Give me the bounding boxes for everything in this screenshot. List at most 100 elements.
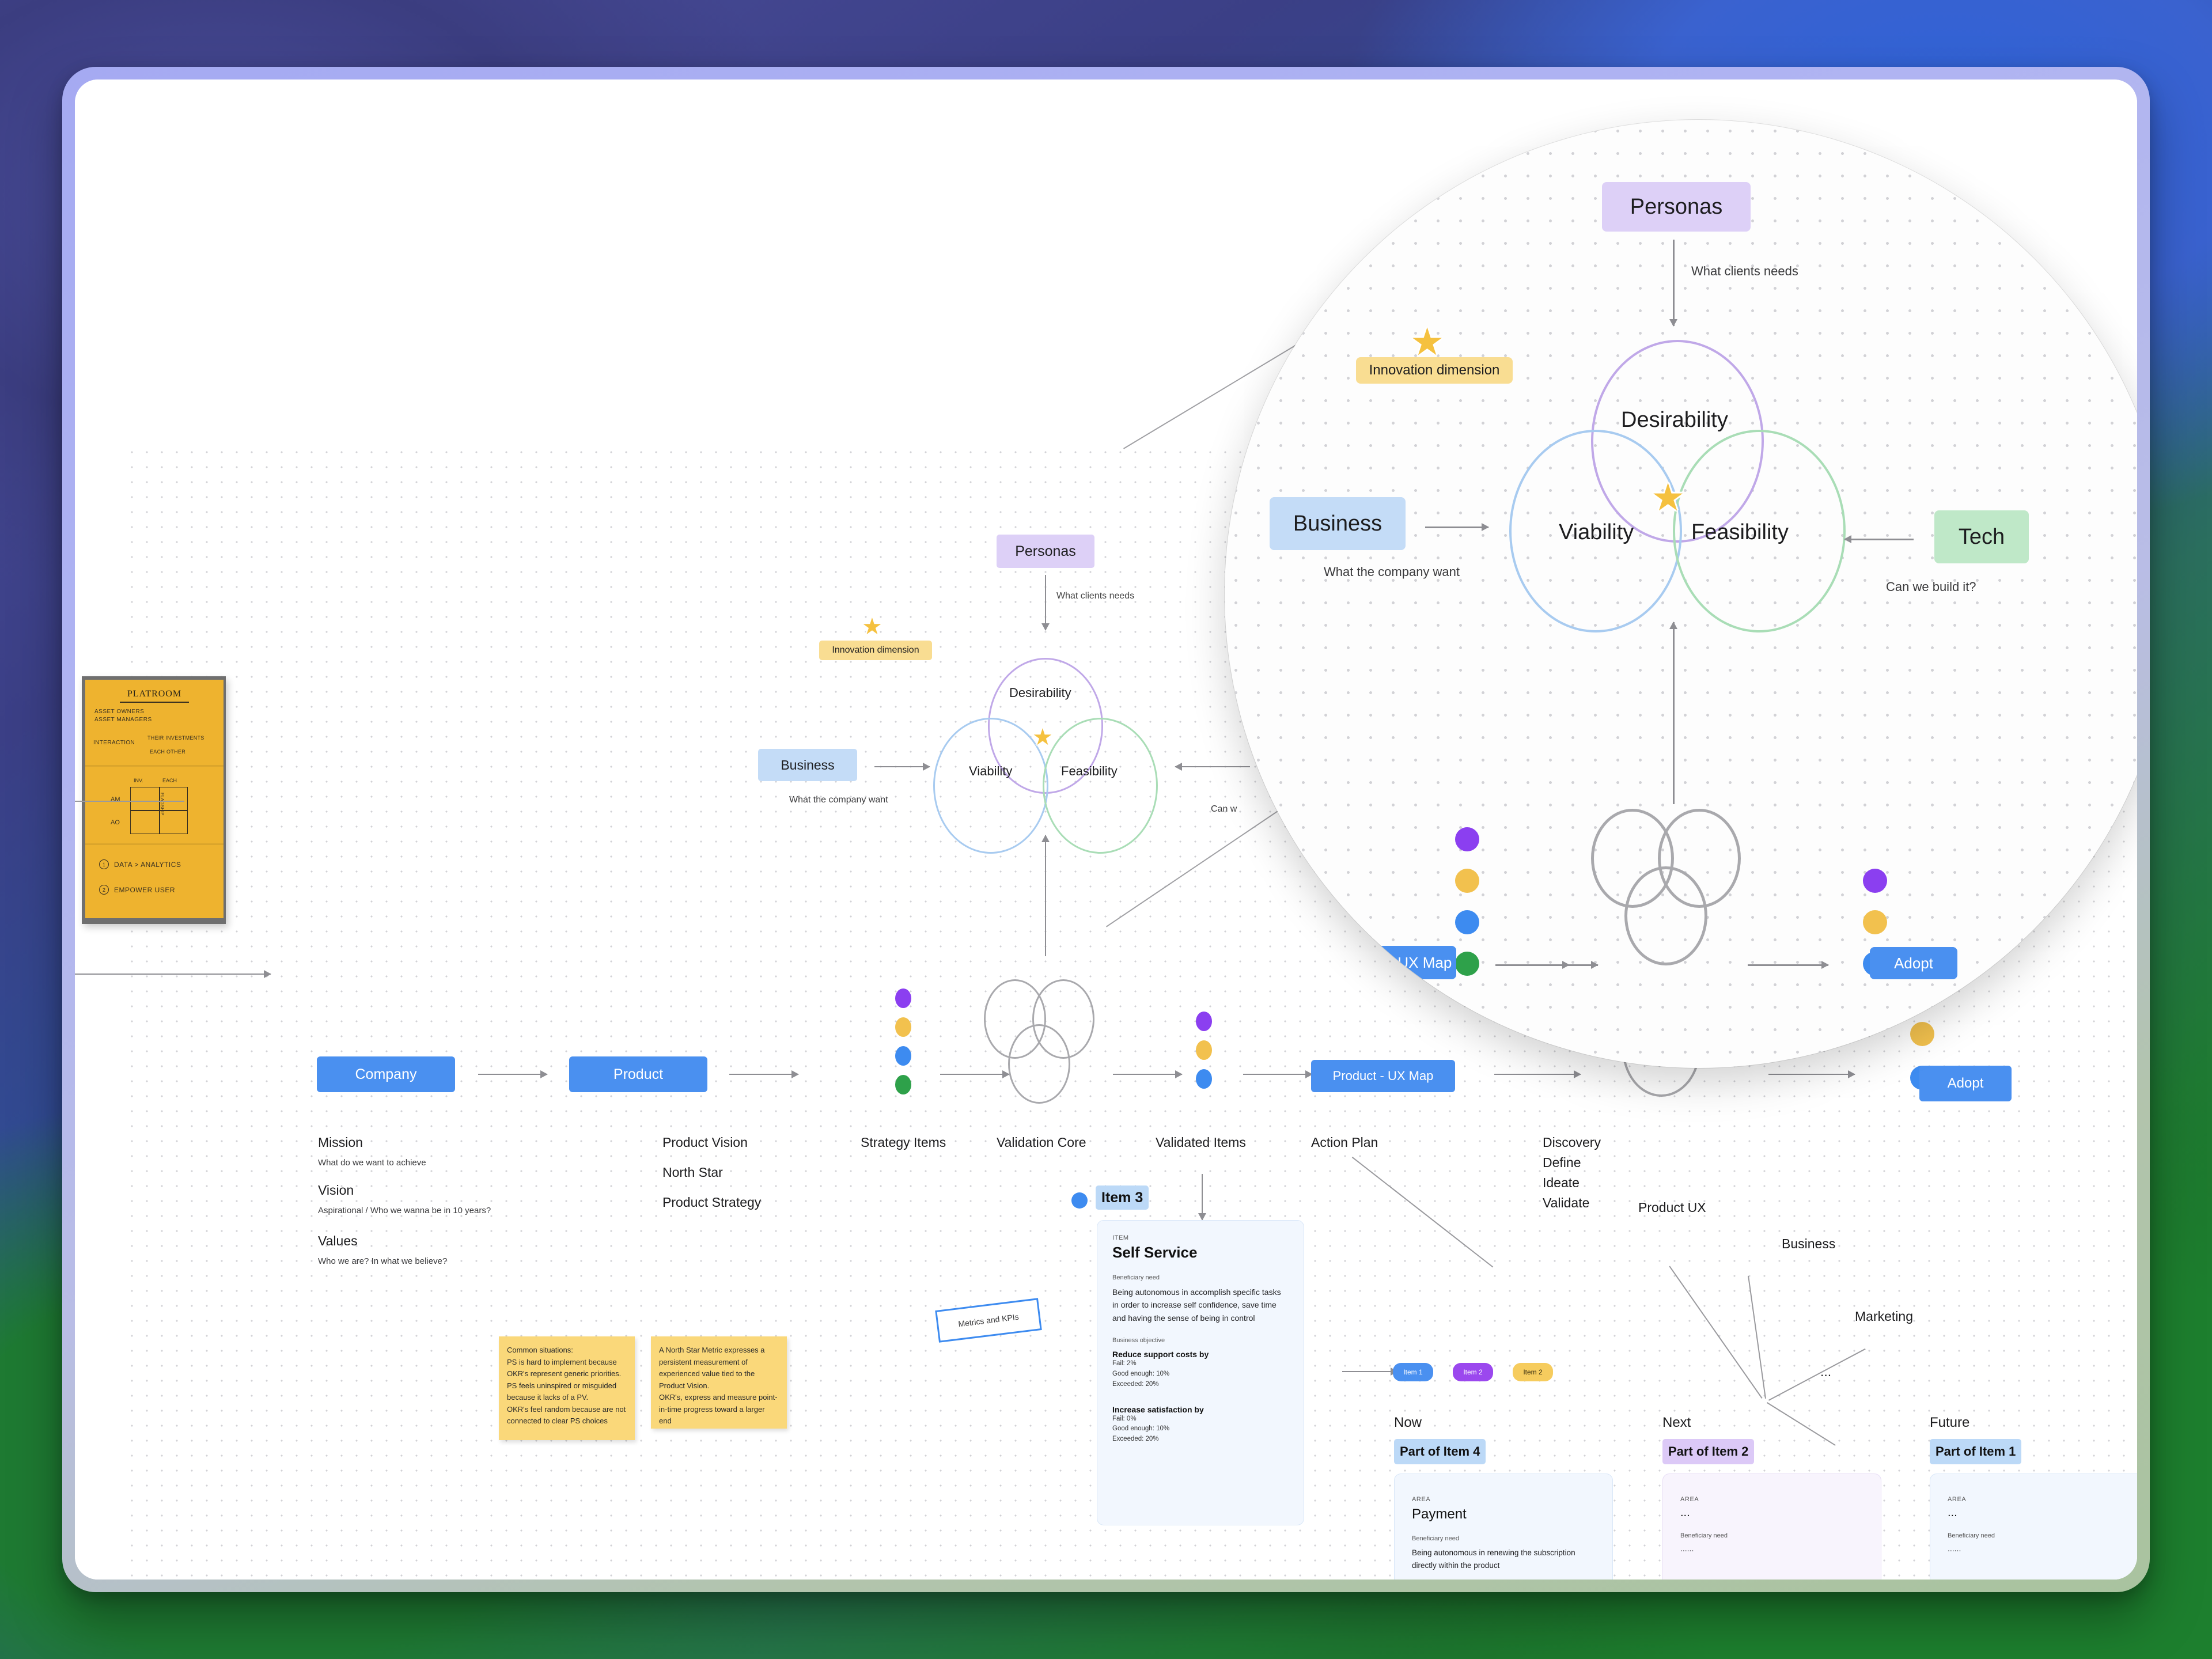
photo-bullet-1: DATA > ANALYTICS bbox=[114, 861, 181, 869]
photo-line-5: EACH OTHER bbox=[150, 749, 186, 755]
detail-card-dot[interactable] bbox=[1071, 1192, 1088, 1209]
arrow-card-to-item-pills bbox=[1342, 1368, 1398, 1376]
strategy-item-dot-4[interactable] bbox=[895, 1075, 911, 1094]
whiteboard-canvas[interactable]: PLATROOM ASSET OWNERS ASSET MANAGERS INT… bbox=[75, 79, 2137, 1580]
business-sublabel: What the company want bbox=[1324, 565, 1460, 579]
detail-card-objective-1-line-2: Good enough: 10% bbox=[1112, 1370, 1170, 1377]
star-icon-center-small: ★ bbox=[1032, 725, 1053, 750]
personas-arrow-small bbox=[1041, 575, 1050, 631]
label-north-star: North Star bbox=[662, 1165, 723, 1180]
photo-matrix-side-label: FLAGSHIP bbox=[160, 793, 165, 816]
validated-item-dot-2[interactable] bbox=[1196, 1040, 1212, 1060]
lens-strategy-dot-1[interactable] bbox=[1455, 827, 1479, 851]
label-validated-items: Validated Items bbox=[1156, 1135, 1246, 1150]
magnifier-content: Personas What clients needs Desirability… bbox=[1225, 120, 2137, 1068]
photo-bullet-1-number: 1 bbox=[99, 859, 109, 869]
lens-adopt-chip[interactable]: Adopt bbox=[1870, 947, 1957, 979]
photo-line-4: THEIR INVESTMENTS bbox=[147, 735, 204, 741]
label-ux-business: Business bbox=[1782, 1236, 1836, 1251]
sticky-note-1[interactable]: Common situations: PS is hard to impleme… bbox=[499, 1336, 635, 1440]
roadmap-column-header-next: Next bbox=[1662, 1415, 1691, 1430]
validated-item-dot-1[interactable] bbox=[1196, 1012, 1212, 1031]
item-pill-1[interactable]: Item 1 bbox=[1393, 1363, 1433, 1381]
roadmap-highlight-next[interactable]: Part of Item 2 bbox=[1662, 1439, 1755, 1464]
validated-item-dot-3[interactable] bbox=[1196, 1069, 1212, 1089]
business-arrow-small bbox=[874, 763, 930, 771]
arrow-validated-to-actionplan bbox=[1243, 1070, 1313, 1078]
arrow-discovery-to-adopt bbox=[1768, 1070, 1855, 1078]
label-product-vision: Product Vision bbox=[662, 1135, 748, 1150]
lens-discovery-circle-3 bbox=[1624, 866, 1707, 965]
label-product-ux: Product UX bbox=[1638, 1200, 1706, 1215]
detail-card-objective-label: Business objective bbox=[1112, 1337, 1165, 1344]
flow-node-adopt[interactable]: Adopt bbox=[1919, 1066, 2012, 1101]
business-chip[interactable]: Business bbox=[1270, 497, 1406, 550]
lens-arrow-discovery-to-adopt bbox=[1748, 961, 1829, 969]
photo-matrix-col-1: INV. bbox=[134, 778, 143, 783]
arrow-actionplan-to-discovery bbox=[1494, 1070, 1581, 1078]
roadmap-card-now[interactable]: AREA Payment Beneficiary need Being auto… bbox=[1394, 1474, 1613, 1580]
detail-card-badge[interactable]: Item 3 bbox=[1096, 1185, 1149, 1210]
lens-strategy-dot-3[interactable] bbox=[1455, 910, 1479, 934]
feasibility-label-small: Feasibility bbox=[1061, 764, 1118, 778]
tech-arrow bbox=[1844, 535, 1914, 543]
sticky-note-2[interactable]: A North Star Metric expresses a persiste… bbox=[651, 1336, 787, 1429]
strategy-item-dot-3[interactable] bbox=[895, 1046, 911, 1066]
left-connector-arrow-bottom bbox=[75, 970, 271, 978]
detail-card-kicker: ITEM bbox=[1112, 1234, 1129, 1241]
detail-card-objective-2-line-2: Good enough: 10% bbox=[1112, 1425, 1170, 1433]
validation-to-venn-arrow bbox=[1669, 622, 1677, 804]
star-icon-center: ★ bbox=[1651, 476, 1685, 518]
feasibility-circle-small bbox=[1043, 718, 1158, 854]
photo-matrix-col-2: EACH bbox=[162, 778, 177, 783]
star-icon-innovation: ★ bbox=[1410, 320, 1445, 363]
arrow-into-detail-card bbox=[1198, 1174, 1206, 1221]
photo-bullet-2: EMPOWER USER bbox=[114, 886, 176, 894]
magnifier-lens[interactable]: Personas What clients needs Desirability… bbox=[1225, 120, 2137, 1068]
item-pill-2[interactable]: Item 2 bbox=[1453, 1363, 1493, 1381]
roadmap-card-next[interactable]: AREA ... Beneficiary need ...... bbox=[1662, 1474, 1881, 1580]
lens-adopt-dot-2[interactable] bbox=[1863, 910, 1887, 934]
roadmap-card-future[interactable]: AREA ... Beneficiary need ...... bbox=[1930, 1474, 2137, 1580]
flow-node-product[interactable]: Product bbox=[569, 1056, 707, 1092]
label-strategy-items: Strategy Items bbox=[861, 1135, 946, 1150]
roadmap-future-need-label: Beneficiary need bbox=[1948, 1532, 1995, 1539]
tech-sublabel: Can we build it? bbox=[1886, 579, 1976, 594]
lens-adopt-dot-1[interactable] bbox=[1863, 869, 1887, 893]
personas-arrow bbox=[1669, 240, 1677, 327]
roadmap-highlight-now[interactable]: Part of Item 4 bbox=[1394, 1439, 1486, 1464]
lens-strategy-dot-4[interactable] bbox=[1455, 952, 1479, 976]
roadmap-next-need-label: Beneficiary need bbox=[1680, 1532, 1728, 1539]
roadmap-now-need-label: Beneficiary need bbox=[1412, 1535, 1459, 1542]
sublabel-mission: What do we want to achieve bbox=[318, 1158, 426, 1168]
photo-sticky-inner: PLATROOM ASSET OWNERS ASSET MANAGERS INT… bbox=[85, 680, 224, 918]
detail-card-self-service[interactable]: ITEM Self Service Beneficiary need Being… bbox=[1097, 1220, 1304, 1525]
personas-chip[interactable]: Personas bbox=[1602, 182, 1751, 232]
lens-product-ux-map-chip[interactable]: Product - UX Map bbox=[1328, 946, 1456, 979]
tech-chip[interactable]: Tech bbox=[1934, 510, 2029, 563]
business-chip-small[interactable]: Business bbox=[758, 749, 857, 781]
photo-sticky-note[interactable]: PLATROOM ASSET OWNERS ASSET MANAGERS INT… bbox=[82, 676, 226, 924]
item-pill-3[interactable]: Item 2 bbox=[1513, 1363, 1553, 1381]
window-content: PLATROOM ASSET OWNERS ASSET MANAGERS INT… bbox=[75, 79, 2137, 1580]
detail-card-objective-2-line-1: Fail: 0% bbox=[1112, 1415, 1137, 1422]
flow-node-company[interactable]: Company bbox=[317, 1056, 455, 1092]
roadmap-now-area-value: Payment bbox=[1412, 1506, 1467, 1522]
detail-card-objective-2-title: Increase satisfaction by bbox=[1112, 1404, 1204, 1414]
viability-label: Viability bbox=[1559, 520, 1634, 544]
roadmap-column-header-now: Now bbox=[1394, 1415, 1422, 1430]
detail-card-need-label: Beneficiary need bbox=[1112, 1274, 1160, 1281]
photo-line-3: INTERACTION bbox=[93, 740, 135, 746]
photo-line-2: ASSET MANAGERS bbox=[94, 717, 152, 723]
roadmap-highlight-future[interactable]: Part of Item 1 bbox=[1930, 1439, 2022, 1464]
label-discovery: Discovery bbox=[1543, 1135, 1601, 1150]
desirability-label-small: Desirability bbox=[1009, 685, 1071, 700]
photo-fold-1 bbox=[85, 765, 224, 767]
innovation-dimension-chip-small[interactable]: Innovation dimension bbox=[819, 641, 932, 660]
personas-chip-small[interactable]: Personas bbox=[997, 535, 1094, 568]
lens-strategy-dot-2[interactable] bbox=[1455, 869, 1479, 893]
strategy-item-dot-2[interactable] bbox=[895, 1017, 911, 1037]
label-ideate: Ideate bbox=[1543, 1175, 1580, 1190]
strategy-item-dot-1[interactable] bbox=[895, 988, 911, 1008]
roadmap-column-header-future: Future bbox=[1930, 1415, 1970, 1430]
